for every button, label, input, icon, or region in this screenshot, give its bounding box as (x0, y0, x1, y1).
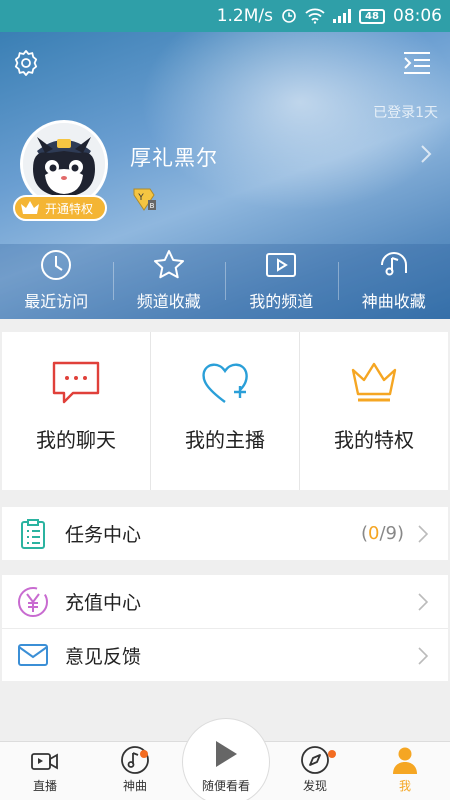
login-days-text: 已登录1天 (373, 105, 438, 121)
status-bar: 1.2M/s 48 08:06 (0, 0, 450, 32)
task-center-label: 任务中心 (65, 524, 142, 546)
crown-icon (351, 362, 397, 402)
chevron-right-icon (418, 525, 428, 543)
card-label: 我的聊天 (36, 428, 116, 452)
svg-text:Y: Y (137, 193, 144, 203)
username[interactable]: 厚礼黑尔 (130, 142, 218, 172)
random-watch-button[interactable]: 随便看看 (182, 718, 270, 800)
recharge-center-row[interactable]: 充值中心 (2, 575, 448, 628)
nav-label: 发现 (302, 779, 327, 793)
nav-label: 神曲 (122, 779, 147, 793)
level-badge-icon: Y B (130, 186, 158, 212)
quick-link-label: 神曲收藏 (361, 292, 426, 311)
network-speed: 1.2M/s (216, 6, 273, 26)
quick-link-recent[interactable]: 最近访问 (0, 244, 113, 319)
person-icon (393, 747, 417, 774)
chat-bubble-icon (52, 361, 100, 404)
card-my-privilege[interactable]: 我的特权 (299, 332, 448, 490)
settings-gear-icon[interactable] (10, 47, 42, 79)
nav-label: 我 (398, 779, 411, 793)
svg-text:B: B (150, 202, 155, 210)
nav-label: 直播 (32, 779, 57, 793)
music-note-icon (380, 252, 407, 276)
nav-tab-me[interactable]: 我 (360, 742, 450, 800)
task-center-row[interactable]: 任务中心 (0/9) (2, 507, 448, 560)
card-my-anchor[interactable]: 我的主播 (150, 332, 299, 490)
play-screen-icon (266, 253, 297, 277)
menu-toggle-icon[interactable] (402, 49, 432, 77)
star-icon (153, 250, 184, 279)
feedback-label: 意见反馈 (65, 645, 142, 668)
nav-tab-live[interactable]: 直播 (0, 742, 90, 800)
task-group: 任务中心 (0/9) (2, 507, 448, 560)
compass-icon (301, 746, 329, 774)
card-label: 我的特权 (334, 428, 414, 452)
nav-tab-songs[interactable]: 神曲 (90, 742, 180, 800)
recharge-center-label: 充值中心 (65, 592, 142, 614)
notification-dot (328, 750, 336, 758)
random-watch-label: 随便看看 (201, 779, 250, 793)
chevron-right-icon (418, 593, 428, 611)
clock-time: 08:06 (393, 6, 442, 26)
vip-badge-label: 开通特权 (45, 201, 94, 216)
profile-header: 已登录1天 开通特权 厚礼黑尔 Y B 最近访问 频道收藏 我的频道 神曲收藏 (0, 32, 450, 319)
shortcut-cards: 我的聊天 我的主播 我的特权 (2, 332, 448, 490)
vip-privilege-badge[interactable]: 开通特权 (13, 195, 107, 221)
yuan-coin-icon (17, 586, 49, 618)
play-icon (216, 741, 237, 767)
notification-dot (140, 750, 148, 758)
quick-link-label: 最近访问 (24, 292, 89, 311)
quick-link-my-channel[interactable]: 我的频道 (225, 244, 338, 319)
battery-icon: 48 (359, 8, 385, 24)
clock-icon (41, 250, 72, 280)
quick-link-label: 我的频道 (249, 292, 314, 311)
task-progress: (0/9) (360, 523, 404, 544)
mail-icon (17, 639, 49, 671)
card-my-chat[interactable]: 我的聊天 (2, 332, 150, 490)
heart-plus-icon (202, 363, 248, 403)
chevron-right-icon (418, 647, 428, 665)
wifi-icon (305, 8, 325, 24)
task-list-icon (17, 518, 49, 550)
video-camera-icon (31, 753, 58, 770)
alarm-icon (281, 8, 297, 24)
feedback-row[interactable]: 意见反馈 (2, 628, 448, 681)
account-group: 充值中心 意见反馈 (2, 575, 448, 681)
quick-link-label: 频道收藏 (136, 292, 201, 311)
signal-icon (333, 9, 351, 23)
crown-icon (19, 200, 41, 216)
quick-links-bar: 最近访问 频道收藏 我的频道 神曲收藏 (0, 244, 450, 319)
quick-link-channel-favorites[interactable]: 频道收藏 (112, 244, 226, 319)
chevron-right-icon[interactable] (420, 144, 432, 164)
nav-tab-discover[interactable]: 发现 (270, 742, 360, 800)
quick-link-song-favorites[interactable]: 神曲收藏 (337, 244, 450, 319)
card-label: 我的主播 (185, 428, 265, 452)
